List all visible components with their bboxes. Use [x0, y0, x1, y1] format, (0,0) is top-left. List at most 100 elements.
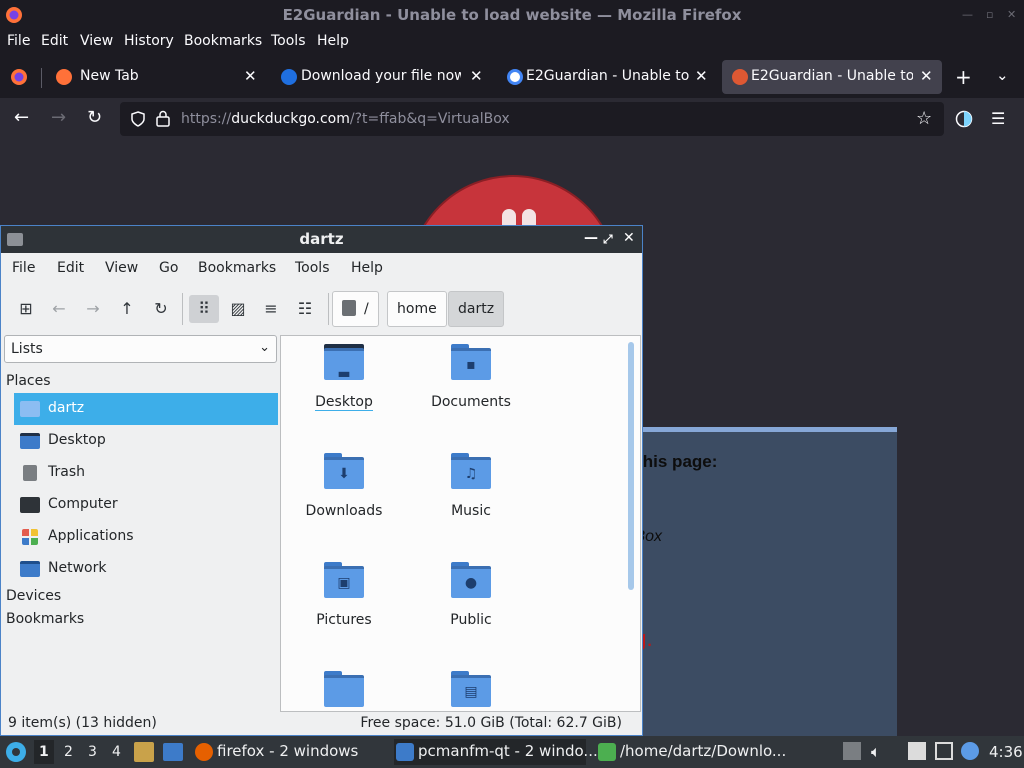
- menu-help[interactable]: Help: [317, 33, 349, 49]
- file-item-document-partial[interactable]: ▤: [411, 671, 531, 707]
- chevron-down-icon: ⌄: [259, 340, 270, 355]
- menu-file[interactable]: File: [7, 33, 30, 49]
- sidebar-item-label: dartz: [48, 400, 85, 416]
- breadcrumb-root[interactable]: /: [332, 291, 379, 327]
- file-item-templates-partial[interactable]: [284, 671, 404, 707]
- shield-icon[interactable]: [131, 111, 145, 127]
- reload-icon[interactable]: ↻: [87, 107, 102, 128]
- clipboard-icon[interactable]: [908, 742, 926, 760]
- list-all-tabs-icon[interactable]: ⌄: [996, 66, 1009, 84]
- icon-view-icon[interactable]: ⠿: [189, 295, 219, 323]
- forward-icon[interactable]: →: [79, 295, 107, 323]
- menu-bookmarks[interactable]: Bookmarks: [184, 33, 262, 49]
- thumbnail-view-icon[interactable]: ▨: [224, 295, 252, 323]
- tab-close-icon[interactable]: ✕: [244, 67, 257, 85]
- tab-download-file[interactable]: Download your file now - ✕: [271, 60, 493, 94]
- back-icon[interactable]: ←: [45, 295, 73, 323]
- compact-view-icon[interactable]: ≡: [257, 295, 285, 323]
- fm-menu-edit[interactable]: Edit: [57, 260, 84, 276]
- fm-menu-go[interactable]: Go: [159, 260, 178, 276]
- file-item-music[interactable]: ♫ Music: [411, 453, 531, 519]
- sidebar-item-computer[interactable]: Computer: [14, 489, 278, 521]
- menu-tools[interactable]: Tools: [271, 33, 306, 49]
- folder-glyph: ▪: [466, 357, 476, 373]
- tab-e2guardian-active[interactable]: E2Guardian - Unable to lo ✕: [722, 60, 942, 94]
- network-icon: [20, 561, 40, 577]
- notifications-icon[interactable]: [961, 742, 979, 760]
- reload-icon[interactable]: ↻: [147, 295, 175, 323]
- app-menu-icon[interactable]: ☰: [991, 109, 1005, 128]
- network-tray-icon[interactable]: [935, 742, 953, 760]
- task-pcmanfm[interactable]: pcmanfm-qt - 2 windo...: [394, 739, 598, 765]
- devices-heading[interactable]: Devices: [6, 588, 61, 604]
- start-menu-icon[interactable]: [5, 741, 27, 763]
- file-item-documents[interactable]: ▪ Documents: [411, 344, 531, 410]
- volume-icon[interactable]: 🔈︎: [871, 742, 889, 761]
- show-desktop-icon[interactable]: [163, 743, 183, 761]
- sidebar-item-network[interactable]: Network: [14, 553, 278, 585]
- bookmarks-heading[interactable]: Bookmarks: [6, 611, 84, 627]
- go-up-icon[interactable]: ↑: [113, 295, 141, 323]
- tab-close-icon[interactable]: ✕: [920, 67, 933, 85]
- url-text[interactable]: https://duckduckgo.com/?t=ffab&q=Virtual…: [181, 111, 510, 127]
- new-tab-button[interactable]: +: [955, 65, 972, 89]
- sidebar-item-applications[interactable]: Applications: [14, 521, 278, 553]
- file-item-downloads[interactable]: ⬇ Downloads: [284, 453, 404, 519]
- tab-close-icon[interactable]: ✕: [695, 67, 708, 85]
- menu-edit[interactable]: Edit: [41, 33, 68, 49]
- new-tab-icon[interactable]: ⊞: [12, 295, 40, 323]
- fm-menu-tools[interactable]: Tools: [295, 260, 330, 276]
- menu-view[interactable]: View: [80, 33, 113, 49]
- sidebar-item-desktop[interactable]: Desktop: [14, 425, 278, 457]
- forward-icon[interactable]: →: [51, 107, 66, 128]
- terminal-icon: [598, 743, 616, 761]
- maximize-icon[interactable]: ⤢: [603, 232, 613, 247]
- folder-glyph: ●: [464, 575, 478, 591]
- clock[interactable]: 4:36: [989, 743, 1023, 761]
- task-terminal[interactable]: /home/dartz/Downlo...: [596, 739, 796, 765]
- breadcrumb-dartz[interactable]: dartz: [448, 291, 505, 327]
- vertical-scrollbar[interactable]: [628, 342, 634, 590]
- menu-history[interactable]: History: [124, 33, 174, 49]
- tab-label: New Tab: [80, 68, 139, 84]
- file-item-public[interactable]: ● Public: [411, 562, 531, 628]
- sidebar-item-trash[interactable]: Trash: [14, 457, 278, 489]
- firefox-view-icon[interactable]: [10, 68, 28, 86]
- tab-close-icon[interactable]: ✕: [470, 67, 483, 85]
- trash-icon: [23, 465, 37, 481]
- fm-menu-file[interactable]: File: [12, 260, 35, 276]
- desktop-4[interactable]: 4: [112, 744, 121, 760]
- task-firefox[interactable]: firefox - 2 windows: [193, 739, 383, 765]
- side-pane-mode-select[interactable]: Lists ⌄: [4, 335, 277, 363]
- minimize-icon[interactable]: —: [584, 230, 598, 246]
- file-manager-launcher-icon[interactable]: [134, 742, 154, 762]
- sidebar-item-dartz[interactable]: dartz: [14, 393, 278, 425]
- close-icon[interactable]: ✕: [623, 230, 635, 246]
- lock-icon[interactable]: [156, 110, 170, 127]
- detailed-list-view-icon[interactable]: ☷: [291, 295, 319, 323]
- url-bar[interactable]: https://duckduckgo.com/?t=ffab&q=Virtual…: [120, 102, 944, 136]
- file-name: Public: [450, 612, 492, 628]
- fm-titlebar[interactable]: dartz — ⤢ ✕: [1, 226, 642, 253]
- maximize-icon[interactable]: ▫: [986, 8, 993, 21]
- tab-e2guardian-1[interactable]: E2Guardian - Unable to lo ✕: [497, 60, 719, 94]
- dark-reader-icon[interactable]: [955, 110, 973, 128]
- file-item-pictures[interactable]: ▣ Pictures: [284, 562, 404, 628]
- fm-menu-view[interactable]: View: [105, 260, 138, 276]
- desktop-3[interactable]: 3: [88, 744, 97, 760]
- file-icon-view[interactable]: ▬ Desktop ▪ Documents ⬇ Downloads ♫ Musi…: [280, 335, 641, 712]
- places-heading[interactable]: Places: [6, 373, 51, 389]
- close-icon[interactable]: ✕: [1007, 8, 1016, 21]
- fm-toolbar: ⊞ ← → ↑ ↻ ⠿ ▨ ≡ ☷ / home dartz: [1, 283, 642, 333]
- minimize-icon[interactable]: —: [962, 8, 973, 21]
- file-item-desktop[interactable]: ▬ Desktop: [284, 344, 404, 411]
- desktop-1[interactable]: 1: [34, 740, 54, 764]
- bookmark-star-icon[interactable]: ☆: [916, 108, 932, 129]
- tab-new-tab[interactable]: New Tab ✕: [46, 60, 268, 94]
- fm-menu-bookmarks[interactable]: Bookmarks: [198, 260, 276, 276]
- breadcrumb-home[interactable]: home: [387, 291, 447, 327]
- fm-menu-help[interactable]: Help: [351, 260, 383, 276]
- update-notifier-icon[interactable]: [843, 742, 861, 760]
- desktop-2[interactable]: 2: [64, 744, 73, 760]
- back-icon[interactable]: ←: [14, 107, 29, 128]
